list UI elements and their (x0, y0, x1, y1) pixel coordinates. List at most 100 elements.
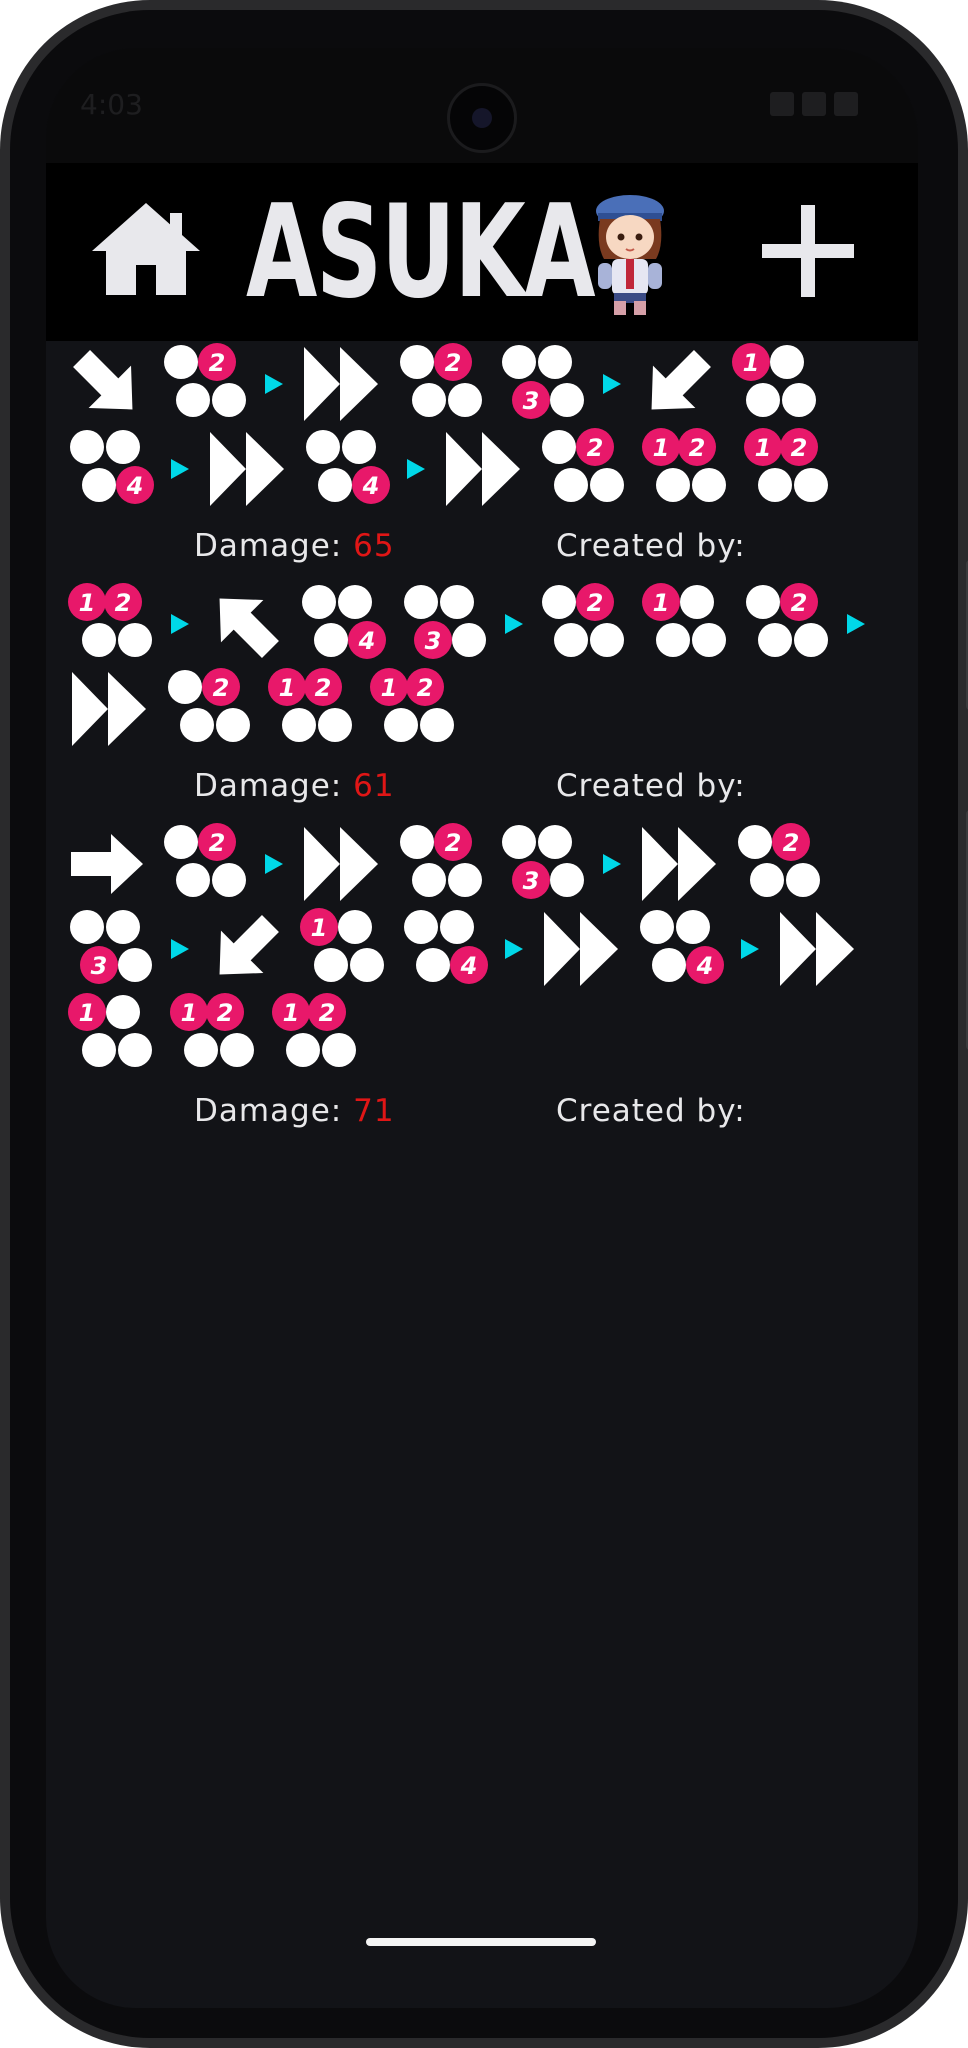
button-input-icon: 4 (394, 906, 496, 991)
svg-text:2: 2 (445, 349, 462, 377)
combo-notation: 2232314411212 (46, 821, 910, 1076)
svg-text:1: 1 (381, 674, 398, 702)
sequence-arrow-icon (496, 906, 532, 991)
combo-meta: Damage: 61 Created by: (46, 751, 918, 821)
svg-text:4: 4 (126, 472, 144, 500)
svg-text:4: 4 (362, 472, 380, 500)
battery-icon (834, 92, 858, 116)
button-input-icon: 3 (492, 821, 594, 906)
sequence-arrow-icon (496, 581, 532, 666)
status-time: 4:03 (80, 88, 143, 121)
svg-text:1: 1 (653, 589, 670, 617)
created-by-label: Created by: (556, 1093, 746, 1129)
svg-text:2: 2 (213, 674, 230, 702)
combo-card[interactable]: 2 2 3 2 3 1 4 4 1 1 2 1 2 Damage: 71 Created by: (46, 821, 918, 1146)
forward-dash-icon (630, 821, 728, 906)
damage-label: Damage: 71 (194, 1093, 395, 1129)
combo-list: 2 2 3 1 4 4 2 1 2 1 2 Damage: 65 Created by: 1 2 4 3 2 1 2 2… (46, 341, 918, 1146)
button-input-icon: 12 (260, 666, 362, 751)
damage-value: 71 (353, 1093, 395, 1129)
svg-text:2: 2 (315, 674, 332, 702)
home-icon[interactable] (88, 199, 204, 299)
combo-notation: 22314421212 (46, 341, 910, 511)
svg-text:1: 1 (279, 674, 296, 702)
svg-text:2: 2 (209, 829, 226, 857)
combo-card[interactable]: 1 2 4 3 2 1 2 2 1 2 1 2 Damage: 61 Created by: (46, 581, 918, 821)
sequence-arrow-icon (162, 581, 198, 666)
svg-text:1: 1 (653, 434, 670, 462)
button-input-icon: 12 (736, 426, 838, 511)
button-input-icon: 12 (60, 581, 162, 666)
button-input-icon: 4 (60, 426, 162, 511)
button-input-icon: 2 (736, 581, 838, 666)
button-input-icon: 12 (362, 666, 464, 751)
button-input-icon: 2 (154, 821, 256, 906)
svg-text:2: 2 (783, 829, 800, 857)
damage-text: Damage: (194, 768, 354, 804)
wifi-icon (770, 92, 794, 116)
button-input-icon: 3 (492, 341, 594, 426)
damage-value: 65 (353, 528, 395, 564)
svg-text:2: 2 (445, 829, 462, 857)
button-input-icon: 4 (630, 906, 732, 991)
svg-text:2: 2 (417, 674, 434, 702)
svg-text:1: 1 (283, 999, 300, 1027)
sequence-arrow-icon (256, 821, 292, 906)
sequence-arrow-icon (732, 906, 768, 991)
sequence-arrow-icon (398, 426, 434, 511)
button-input-icon: 3 (394, 581, 496, 666)
screen: 4:03 ASUKA 2 2 3 1 4 4 2 1 2 1 2 Damage:… (46, 48, 918, 2008)
sequence-arrow-icon (162, 906, 198, 991)
combo-notation: 124321221212 (46, 581, 910, 751)
button-input-icon: 2 (728, 821, 830, 906)
button-input-icon: 2 (390, 341, 492, 426)
svg-text:2: 2 (791, 589, 808, 617)
combo-meta: Damage: 71 Created by: (46, 1076, 918, 1146)
combo-card[interactable]: 2 2 3 1 4 4 2 1 2 1 2 Damage: 65 Created by: (46, 341, 918, 581)
direction-down-back-icon (630, 341, 724, 426)
sequence-arrow-icon (594, 341, 630, 426)
character-avatar (596, 195, 664, 315)
forward-dash-icon (60, 666, 158, 751)
svg-text:3: 3 (523, 867, 540, 895)
svg-text:2: 2 (217, 999, 234, 1027)
svg-text:4: 4 (696, 952, 714, 980)
combo-meta: Damage: 65 Created by: (46, 511, 918, 581)
status-bar: 4:03 (46, 48, 918, 163)
sequence-arrow-icon (838, 581, 874, 666)
forward-dash-icon (532, 906, 630, 991)
svg-text:2: 2 (115, 589, 132, 617)
button-input-icon: 12 (264, 991, 366, 1076)
front-camera (447, 83, 517, 153)
forward-dash-icon (434, 426, 532, 511)
gesture-home-bar[interactable] (366, 1938, 596, 1946)
damage-label: Damage: 65 (194, 528, 395, 564)
svg-text:1: 1 (755, 434, 772, 462)
svg-text:2: 2 (791, 434, 808, 462)
app-header: ASUKA (46, 163, 918, 341)
svg-text:2: 2 (209, 349, 226, 377)
direction-forward-icon (60, 821, 154, 906)
svg-text:4: 4 (460, 952, 478, 980)
svg-text:4: 4 (358, 627, 376, 655)
damage-value: 61 (353, 768, 395, 804)
svg-text:3: 3 (425, 627, 442, 655)
add-combo-icon[interactable] (760, 203, 856, 299)
sequence-arrow-icon (594, 821, 630, 906)
damage-text: Damage: (194, 528, 354, 564)
direction-down-back-icon (198, 906, 292, 991)
button-input-icon: 1 (724, 341, 826, 426)
svg-text:1: 1 (743, 349, 760, 377)
button-input-icon: 4 (296, 426, 398, 511)
damage-label: Damage: 61 (194, 768, 395, 804)
button-input-icon: 3 (60, 906, 162, 991)
direction-down-forward-icon (60, 341, 154, 426)
button-input-icon: 12 (634, 426, 736, 511)
button-input-icon: 2 (390, 821, 492, 906)
button-input-icon: 4 (292, 581, 394, 666)
svg-text:3: 3 (523, 387, 540, 415)
created-by-label: Created by: (556, 528, 746, 564)
button-input-icon: 1 (60, 991, 162, 1076)
svg-text:1: 1 (181, 999, 198, 1027)
forward-dash-icon (292, 821, 390, 906)
